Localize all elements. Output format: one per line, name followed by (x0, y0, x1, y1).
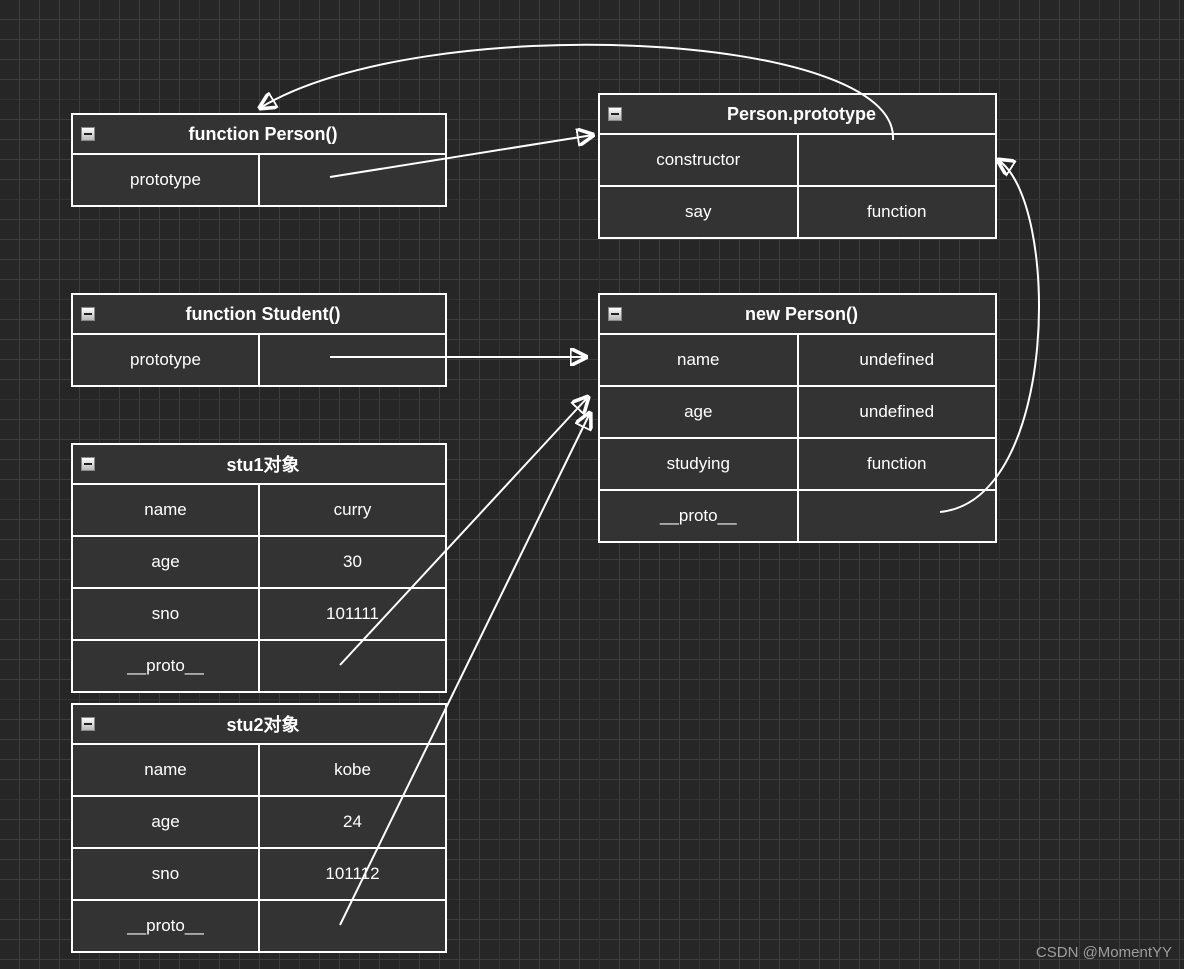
box-stu1: stu1对象 namecurry age30 sno101111 __proto… (71, 443, 447, 693)
box-function-person: function Person() prototype (71, 113, 447, 207)
box-function-student: function Student() prototype (71, 293, 447, 387)
cell-key: age (600, 387, 799, 437)
box-title: function Person() (105, 124, 445, 145)
cell-value (799, 491, 996, 541)
cell-value (260, 155, 445, 205)
collapse-icon[interactable] (81, 457, 95, 471)
cell-key: prototype (73, 155, 260, 205)
box-title: new Person() (632, 304, 995, 325)
cell-key: name (73, 485, 260, 535)
cell-key: say (600, 187, 799, 237)
cell-key: prototype (73, 335, 260, 385)
box-title: stu1对象 (105, 451, 445, 477)
box-person-prototype: Person.prototype constructor sayfunction (598, 93, 997, 239)
cell-value: kobe (260, 745, 445, 795)
cell-value (799, 135, 996, 185)
cell-key: __proto__ (600, 491, 799, 541)
box-new-person: new Person() nameundefined ageundefined … (598, 293, 997, 543)
collapse-icon[interactable] (81, 127, 95, 141)
cell-value: function (799, 439, 996, 489)
cell-value: undefined (799, 335, 996, 385)
cell-key: __proto__ (73, 641, 260, 691)
box-title: stu2对象 (105, 711, 445, 737)
cell-value: undefined (799, 387, 996, 437)
cell-key: age (73, 537, 260, 587)
cell-key: constructor (600, 135, 799, 185)
cell-value: 101111 (260, 589, 445, 639)
collapse-icon[interactable] (608, 307, 622, 321)
cell-key: name (600, 335, 799, 385)
cell-key: age (73, 797, 260, 847)
cell-value (260, 641, 445, 691)
cell-value: function (799, 187, 996, 237)
cell-key: sno (73, 849, 260, 899)
cell-value (260, 901, 445, 951)
box-title: Person.prototype (632, 104, 995, 125)
cell-value (260, 335, 445, 385)
collapse-icon[interactable] (608, 107, 622, 121)
cell-value: curry (260, 485, 445, 535)
cell-key: studying (600, 439, 799, 489)
collapse-icon[interactable] (81, 717, 95, 731)
collapse-icon[interactable] (81, 307, 95, 321)
cell-key: name (73, 745, 260, 795)
cell-value: 101112 (260, 849, 445, 899)
cell-value: 24 (260, 797, 445, 847)
box-stu2: stu2对象 namekobe age24 sno101112 __proto_… (71, 703, 447, 953)
cell-key: __proto__ (73, 901, 260, 951)
cell-value: 30 (260, 537, 445, 587)
box-title: function Student() (105, 304, 445, 325)
cell-key: sno (73, 589, 260, 639)
watermark: CSDN @MomentYY (1036, 944, 1172, 961)
